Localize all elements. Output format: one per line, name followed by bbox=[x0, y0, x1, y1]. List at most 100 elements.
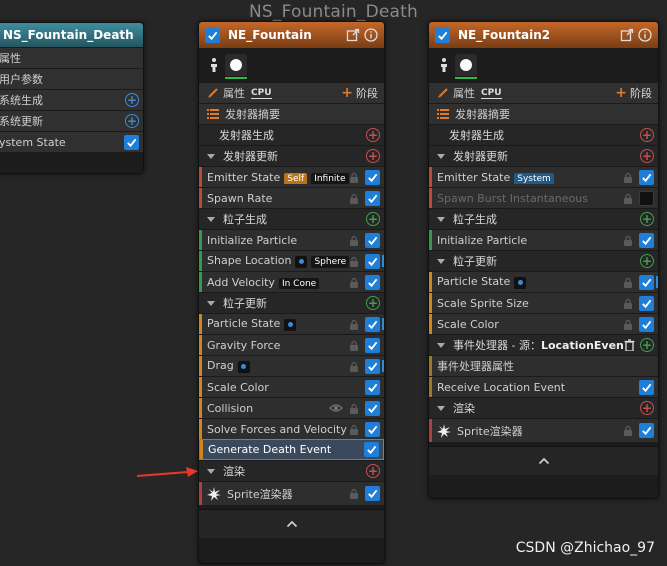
particle-update-group[interactable]: 粒子更新 + bbox=[429, 250, 658, 271]
module-enable-checkbox[interactable] bbox=[639, 423, 654, 438]
lock-icon[interactable] bbox=[623, 235, 633, 246]
renderer-sprite[interactable]: Sprite渲染器 bbox=[429, 418, 658, 442]
module-spawn-rate[interactable]: Spawn Rate bbox=[199, 187, 384, 208]
lock-icon[interactable] bbox=[623, 193, 633, 204]
module-gravity-force[interactable]: Gravity Force bbox=[199, 334, 384, 355]
module-drag[interactable]: Drag bbox=[199, 355, 384, 376]
lock-icon[interactable] bbox=[349, 424, 359, 435]
open-asset-icon[interactable] bbox=[620, 28, 634, 42]
module-shape-location[interactable]: Shape Location Sphere bbox=[199, 250, 384, 271]
module-enable-checkbox[interactable] bbox=[365, 253, 380, 269]
module-enable-checkbox[interactable] bbox=[365, 232, 380, 248]
render-group[interactable]: 渲染 + bbox=[199, 460, 384, 481]
particle-update-group[interactable]: 粒子更新 + bbox=[199, 292, 384, 313]
sprite-preview-thumbnail[interactable] bbox=[455, 54, 477, 79]
module-enable-checkbox[interactable] bbox=[365, 421, 380, 437]
system-properties-row[interactable]: 属性 bbox=[0, 47, 143, 68]
lock-icon[interactable] bbox=[623, 319, 633, 330]
lock-icon[interactable] bbox=[349, 256, 359, 267]
lock-icon[interactable] bbox=[349, 277, 359, 288]
emitter-header[interactable]: NE_Fountain2 bbox=[429, 22, 658, 48]
add-module-icon[interactable]: + bbox=[640, 338, 654, 352]
add-stage-button[interactable]: + 阶段 bbox=[341, 85, 378, 101]
add-module-icon[interactable]: + bbox=[640, 149, 654, 163]
module-enable-checkbox[interactable] bbox=[639, 169, 654, 185]
lock-icon[interactable] bbox=[349, 235, 359, 246]
emitter-header[interactable]: NE_Fountain bbox=[199, 22, 384, 48]
person-icon[interactable] bbox=[437, 57, 451, 73]
add-icon[interactable]: + bbox=[125, 93, 139, 107]
module-enable-checkbox[interactable] bbox=[365, 316, 380, 332]
module-particle-state[interactable]: Particle State bbox=[199, 313, 384, 334]
enable-checkbox[interactable] bbox=[124, 134, 139, 150]
module-enable-checkbox[interactable] bbox=[639, 190, 654, 206]
emitter-node-fountain2[interactable]: NE_Fountain2 属性 CPU + 阶段 发射器摘要 发射器生成 + 发射器更… bbox=[428, 21, 659, 499]
collapse-icon[interactable] bbox=[437, 153, 445, 159]
lock-icon[interactable] bbox=[349, 403, 359, 414]
collapse-icon[interactable] bbox=[437, 258, 445, 264]
lock-icon[interactable] bbox=[349, 361, 359, 372]
properties-row[interactable]: 属性 CPU + 阶段 bbox=[429, 82, 658, 103]
module-enable-checkbox[interactable] bbox=[639, 295, 654, 311]
add-module-icon[interactable]: + bbox=[640, 254, 654, 268]
module-initialize-particle[interactable]: Initialize Particle bbox=[199, 229, 384, 250]
add-module-icon[interactable]: + bbox=[366, 149, 380, 163]
sprite-preview-thumbnail[interactable] bbox=[225, 54, 247, 79]
emitter-update-group[interactable]: 发射器更新 + bbox=[199, 145, 384, 166]
collapse-icon[interactable] bbox=[437, 342, 445, 348]
lock-icon[interactable] bbox=[349, 319, 359, 330]
collapse-icon[interactable] bbox=[207, 216, 215, 222]
emitter-summary-row[interactable]: 发射器摘要 bbox=[429, 103, 658, 124]
emitter-update-group[interactable]: 发射器更新 + bbox=[429, 145, 658, 166]
lock-icon[interactable] bbox=[349, 193, 359, 204]
module-generate-death-event[interactable]: Generate Death Event bbox=[199, 439, 384, 460]
module-particle-state[interactable]: Particle State bbox=[429, 271, 658, 292]
lock-icon[interactable] bbox=[623, 172, 633, 183]
add-module-icon[interactable]: + bbox=[640, 212, 654, 226]
emitter-enable-checkbox[interactable] bbox=[435, 27, 450, 43]
lock-icon[interactable] bbox=[623, 277, 633, 288]
event-handler-group[interactable]: 事件处理器 - 源：LocationEvent + bbox=[429, 334, 658, 355]
module-enable-checkbox[interactable] bbox=[365, 358, 380, 374]
particle-spawn-group[interactable]: 粒子生成 + bbox=[199, 208, 384, 229]
add-stage-button[interactable]: + 阶段 bbox=[615, 85, 652, 101]
open-asset-icon[interactable] bbox=[346, 28, 360, 42]
module-initialize-particle[interactable]: Initialize Particle bbox=[429, 229, 658, 250]
collapse-node-button[interactable] bbox=[199, 509, 384, 538]
person-icon[interactable] bbox=[207, 57, 221, 73]
emitter-summary-row[interactable]: 发射器摘要 bbox=[199, 103, 384, 124]
module-scale-color[interactable]: Scale Color bbox=[429, 313, 658, 334]
lock-icon[interactable] bbox=[623, 425, 633, 436]
module-emitter-state[interactable]: Emitter State System bbox=[429, 166, 658, 187]
renderer-sprite[interactable]: Sprite渲染器 bbox=[199, 481, 384, 505]
add-renderer-icon[interactable]: + bbox=[366, 464, 380, 478]
module-enable-checkbox[interactable] bbox=[365, 190, 380, 206]
trash-icon[interactable] bbox=[624, 339, 635, 351]
add-icon[interactable]: + bbox=[125, 114, 139, 128]
module-spawn-burst[interactable]: Spawn Burst Instantaneous bbox=[429, 187, 658, 208]
module-enable-checkbox[interactable] bbox=[365, 169, 380, 185]
system-state-row[interactable]: ystem State bbox=[0, 131, 143, 152]
module-collision[interactable]: Collision bbox=[199, 397, 384, 418]
module-receive-location-event[interactable]: Receive Location Event bbox=[429, 376, 658, 397]
module-add-velocity[interactable]: Add Velocity In Cone bbox=[199, 271, 384, 292]
collapse-node-button[interactable] bbox=[429, 446, 658, 475]
module-scale-color[interactable]: Scale Color bbox=[199, 376, 384, 397]
emitter-spawn-group[interactable]: 发射器生成 + bbox=[199, 124, 384, 145]
module-enable-checkbox[interactable] bbox=[639, 274, 654, 290]
event-handler-properties[interactable]: 事件处理器属性 bbox=[429, 355, 658, 376]
emitter-spawn-group[interactable]: 发射器生成 + bbox=[429, 124, 658, 145]
render-group[interactable]: 渲染 + bbox=[429, 397, 658, 418]
lock-icon[interactable] bbox=[623, 298, 633, 309]
module-enable-checkbox[interactable] bbox=[639, 232, 654, 248]
system-spawn-row[interactable]: 系统生成 + bbox=[0, 89, 143, 110]
collapse-icon[interactable] bbox=[207, 300, 215, 306]
emitter-enable-checkbox[interactable] bbox=[205, 27, 220, 43]
system-node[interactable]: NS_Fountain_Death 属性 用户参数 系统生成 + 系统更新 + ys… bbox=[0, 22, 144, 174]
collapse-icon[interactable] bbox=[207, 153, 215, 159]
system-node-header[interactable]: NS_Fountain_Death bbox=[0, 23, 143, 47]
add-module-icon[interactable]: + bbox=[640, 128, 654, 142]
module-enable-checkbox[interactable] bbox=[365, 337, 380, 353]
add-module-icon[interactable]: + bbox=[366, 128, 380, 142]
system-update-row[interactable]: 系统更新 + bbox=[0, 110, 143, 131]
